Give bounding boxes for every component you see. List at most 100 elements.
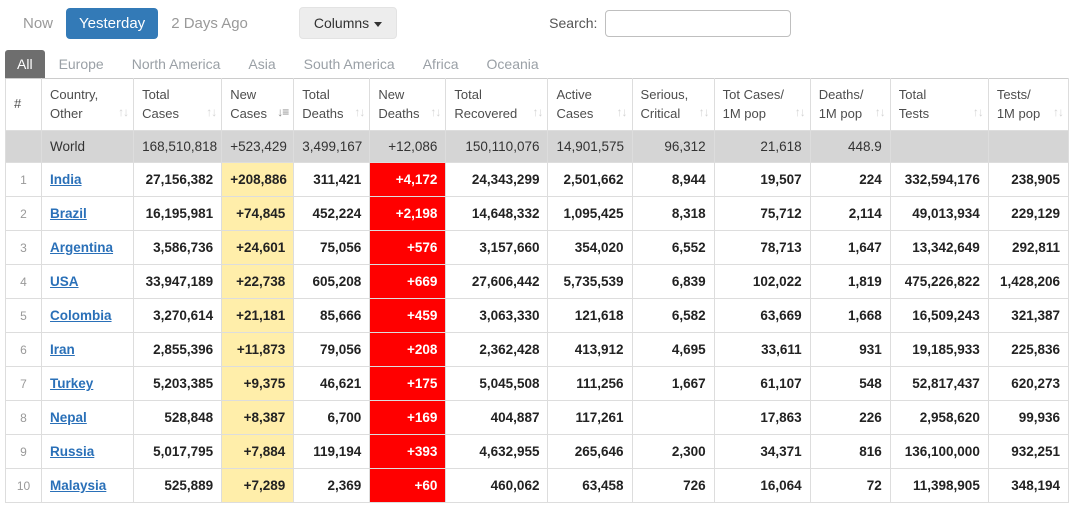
region-tab-europe[interactable]: Europe <box>45 50 118 78</box>
column-header-new_cases[interactable]: NewCases↓≡ <box>222 79 294 131</box>
total-cases-cell: 2,855,396 <box>134 333 222 367</box>
deaths-1m-cell: 72 <box>810 469 890 503</box>
column-header-label: Serious,Critical <box>641 87 689 121</box>
tests-1m-cell: 229,129 <box>988 197 1068 231</box>
country-link[interactable]: Nepal <box>50 410 87 425</box>
time-tab-yesterday[interactable]: Yesterday <box>66 8 158 39</box>
column-header-total_recovered[interactable]: TotalRecovered↑↓ <box>446 79 548 131</box>
deaths-1m-cell: 226 <box>810 401 890 435</box>
new-deaths-cell: +208 <box>370 333 446 367</box>
country-link[interactable]: Russia <box>50 444 94 459</box>
column-header-active_cases[interactable]: ActiveCases↑↓ <box>548 79 632 131</box>
region-tab-north-america[interactable]: North America <box>118 50 235 78</box>
total-cases-cell: 5,017,795 <box>134 435 222 469</box>
new-deaths-cell: +459 <box>370 299 446 333</box>
total-tests-cell: 52,817,437 <box>890 367 988 401</box>
country-link[interactable]: Malaysia <box>50 478 106 493</box>
column-header-country[interactable]: Country,Other↑↓ <box>42 79 134 131</box>
table-row: 3Argentina3,586,736+24,60175,056+5763,15… <box>6 231 1069 265</box>
total-cases-cell: 3,586,736 <box>134 231 222 265</box>
country-cell: Nepal <box>42 401 134 435</box>
deaths-1m-cell: 931 <box>810 333 890 367</box>
sort-both-icon: ↑↓ <box>973 104 983 121</box>
country-cell: Brazil <box>42 197 134 231</box>
tot-cases-1m-cell: 19,507 <box>714 163 810 197</box>
serious-critical-cell: 4,695 <box>632 333 714 367</box>
serious-critical-cell: 8,944 <box>632 163 714 197</box>
total-tests-cell: 16,509,243 <box>890 299 988 333</box>
country-link[interactable]: Colombia <box>50 308 112 323</box>
search-input[interactable] <box>605 10 791 37</box>
new-cases-cell: +8,387 <box>222 401 294 435</box>
rank-cell: 2 <box>6 197 42 231</box>
sort-both-icon: ↑↓ <box>1053 104 1063 121</box>
column-header-tot_cases_1m[interactable]: Tot Cases/1M pop↑↓ <box>714 79 810 131</box>
total-tests-cell: 332,594,176 <box>890 163 988 197</box>
new-cases-cell: +11,873 <box>222 333 294 367</box>
total-tests-cell: 13,342,649 <box>890 231 988 265</box>
table-row: 4USA33,947,189+22,738605,208+66927,606,4… <box>6 265 1069 299</box>
total-recovered-cell: 2,362,428 <box>446 333 548 367</box>
country-link[interactable]: Iran <box>50 342 75 357</box>
total-deaths-cell: 75,056 <box>294 231 370 265</box>
total-recovered-cell: 460,062 <box>446 469 548 503</box>
tests-1m-cell: 620,273 <box>988 367 1068 401</box>
region-tab-south-america[interactable]: South America <box>290 50 409 78</box>
chevron-down-icon <box>374 22 382 27</box>
country-cell: USA <box>42 265 134 299</box>
region-tab-africa[interactable]: Africa <box>409 50 473 78</box>
world-total-cases-cell: 168,510,818 <box>134 131 222 163</box>
country-link[interactable]: India <box>50 172 82 187</box>
rank-cell: 9 <box>6 435 42 469</box>
active-cases-cell: 1,095,425 <box>548 197 632 231</box>
tests-1m-cell: 225,836 <box>988 333 1068 367</box>
sort-both-icon: ↑↓ <box>875 104 885 121</box>
new-cases-cell: +7,884 <box>222 435 294 469</box>
table-row: 6Iran2,855,396+11,87379,056+2082,362,428… <box>6 333 1069 367</box>
region-tab-asia[interactable]: Asia <box>234 50 289 78</box>
active-cases-cell: 111,256 <box>548 367 632 401</box>
serious-critical-cell: 6,552 <box>632 231 714 265</box>
active-cases-cell: 5,735,539 <box>548 265 632 299</box>
column-header-serious_critical[interactable]: Serious,Critical↑↓ <box>632 79 714 131</box>
search-area: Search: <box>549 10 791 37</box>
column-header-total_cases[interactable]: TotalCases↑↓ <box>134 79 222 131</box>
rank-cell: 6 <box>6 333 42 367</box>
country-link[interactable]: Brazil <box>50 206 87 221</box>
world-label: World <box>42 131 134 163</box>
country-link[interactable]: Turkey <box>50 376 93 391</box>
column-header-total_tests[interactable]: TotalTests↑↓ <box>890 79 988 131</box>
column-header-new_deaths[interactable]: NewDeaths↑↓ <box>370 79 446 131</box>
serious-critical-cell: 1,667 <box>632 367 714 401</box>
sort-both-icon: ↑↓ <box>354 104 364 121</box>
tot-cases-1m-cell: 33,611 <box>714 333 810 367</box>
tot-cases-1m-cell: 75,712 <box>714 197 810 231</box>
sort-both-icon: ↑↓ <box>206 104 216 121</box>
table-row: 10Malaysia525,889+7,2892,369+60460,06263… <box>6 469 1069 503</box>
sort-both-icon: ↑↓ <box>795 104 805 121</box>
column-header-total_deaths[interactable]: TotalDeaths↑↓ <box>294 79 370 131</box>
rank-cell: 4 <box>6 265 42 299</box>
time-tab-now[interactable]: Now <box>10 8 66 39</box>
region-tab-oceania[interactable]: Oceania <box>473 50 553 78</box>
country-link[interactable]: USA <box>50 274 79 289</box>
tot-cases-1m-cell: 61,107 <box>714 367 810 401</box>
country-link[interactable]: Argentina <box>50 240 113 255</box>
columns-dropdown-button[interactable]: Columns <box>299 7 397 39</box>
active-cases-cell: 265,646 <box>548 435 632 469</box>
total-cases-cell: 3,270,614 <box>134 299 222 333</box>
total-deaths-cell: 46,621 <box>294 367 370 401</box>
new-cases-cell: +21,181 <box>222 299 294 333</box>
column-header-deaths_1m[interactable]: Deaths/1M pop↑↓ <box>810 79 890 131</box>
total-tests-cell: 49,013,934 <box>890 197 988 231</box>
total-deaths-cell: 2,369 <box>294 469 370 503</box>
rank-cell <box>6 131 42 163</box>
region-tab-all[interactable]: All <box>5 50 45 78</box>
rank-cell: 7 <box>6 367 42 401</box>
time-tab-2-days-ago[interactable]: 2 Days Ago <box>158 8 261 39</box>
active-cases-cell: 2,501,662 <box>548 163 632 197</box>
world-tot-cases-1m-cell: 21,618 <box>714 131 810 163</box>
covid-stats-table: #Country,Other↑↓TotalCases↑↓NewCases↓≡To… <box>5 78 1069 503</box>
sort-both-icon: ↑↓ <box>430 104 440 121</box>
column-header-tests_1m[interactable]: Tests/1M pop↑↓ <box>988 79 1068 131</box>
